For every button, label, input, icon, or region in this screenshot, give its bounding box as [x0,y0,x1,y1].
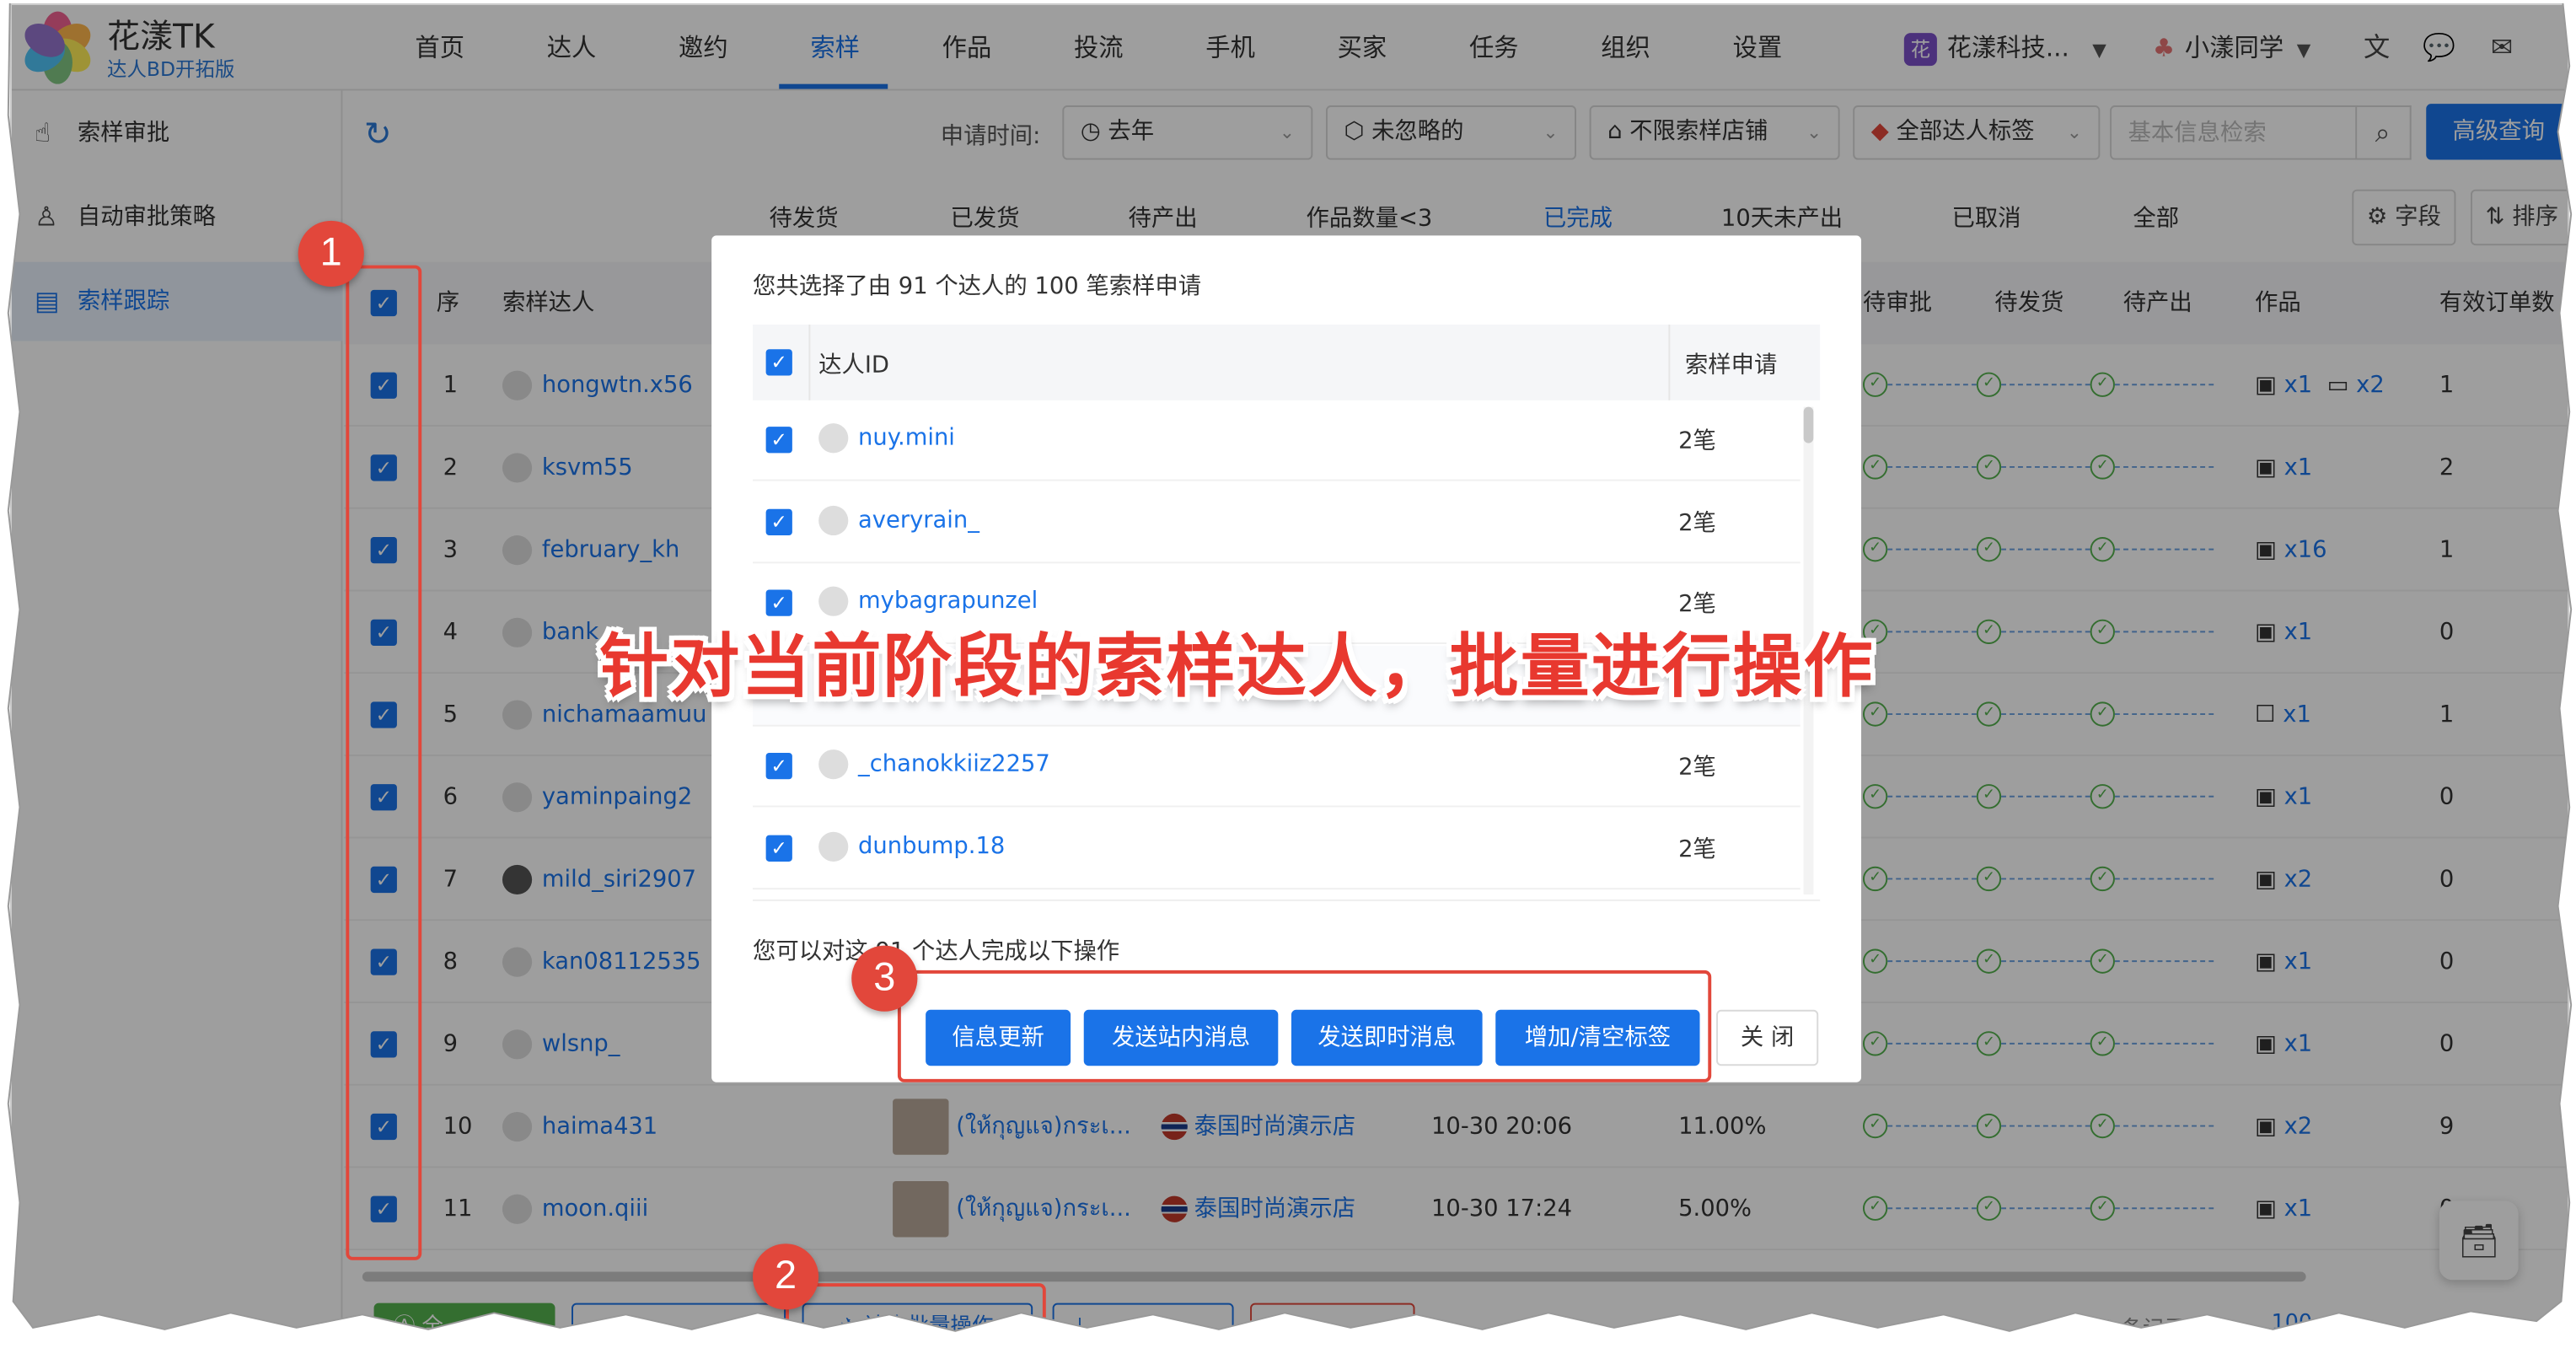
app-window: 花漾TK 达人BD开拓版 首页 达人 邀约 索样 作品 投流 手机 买家 任务 … [9,3,2570,1346]
avatar [818,749,849,780]
creator-id-cell[interactable]: _chanokkiiz2257 [818,749,1050,780]
dialog-row-checkbox[interactable]: ✓ [765,427,792,454]
avatar [818,423,849,454]
col-sample-count: 索样申请 [1684,352,1778,379]
annotation-badge-3: 3 [851,945,918,1012]
creator-id[interactable]: _chanokkiiz2257 [858,751,1050,777]
dialog-table-row[interactable]: ✓ dunbump.18 2笔 [752,808,1801,889]
dialog-table-header: ✓ 达人ID 索样申请 [752,324,1821,400]
annotation-badge-2: 2 [752,1244,819,1310]
annotation-box-batch-button [786,1283,1046,1345]
sample-count: 2笔 [1678,835,1716,862]
annotation-box-checkboxes [346,265,422,1260]
creator-id[interactable]: averyrain_ [858,507,979,533]
dialog-row-checkbox[interactable]: ✓ [765,508,792,535]
dialog-table-row[interactable]: ✓ averyrain_ 2笔 [752,482,1801,563]
operations-hint: 您可以对这 91 个达人完成以下操作 [752,938,1120,966]
sample-count: 2笔 [1678,754,1716,782]
creator-id-cell[interactable]: averyrain_ [818,504,979,535]
annotation-caption: 针对当前阶段的索样达人，批量进行操作 [599,626,1875,707]
avatar [818,504,849,535]
dialog-row-checkbox[interactable]: ✓ [765,752,792,780]
sample-count: 2笔 [1678,428,1716,455]
avatar [818,830,849,861]
selection-summary: 您共选择了由 91 个达人的 100 笔索样申请 [752,273,1202,300]
annotation-badge-1: 1 [298,220,364,287]
creator-id[interactable]: dunbump.18 [858,833,1005,859]
creator-id-cell[interactable]: nuy.mini [818,423,955,454]
col-creator-id: 达人ID [818,352,890,379]
creator-id[interactable]: nuy.mini [858,425,955,451]
dialog-select-all-checkbox[interactable]: ✓ [765,349,792,376]
annotation-box-action-buttons [897,970,1712,1082]
close-button[interactable]: 关 闭 [1716,1009,1819,1066]
creator-id-cell[interactable]: dunbump.18 [818,830,1005,861]
dialog-table-row[interactable]: ✓ nuy.mini 2笔 [752,400,1801,481]
sample-count: 2笔 [1678,509,1716,537]
dialog-row-checkbox[interactable]: ✓ [765,834,792,861]
dialog-table-row[interactable]: ✓ _chanokkiiz2257 2笔 [752,727,1801,808]
